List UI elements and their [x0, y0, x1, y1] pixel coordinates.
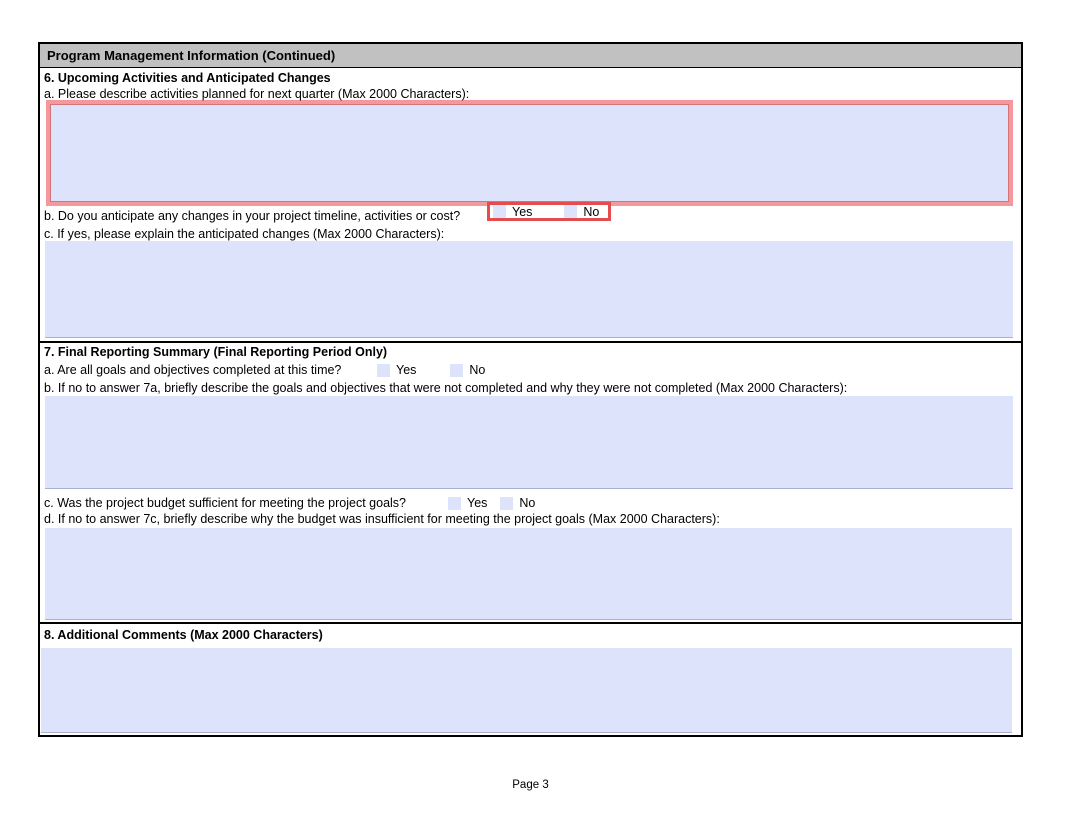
q7a-label: a. Are all goals and objectives complete… [44, 363, 377, 377]
section7-heading: 7. Final Reporting Summary (Final Report… [44, 345, 1021, 359]
q6b-yes-checkbox[interactable] [493, 205, 506, 218]
q6b-label: b. Do you anticipate any changes in your… [44, 209, 460, 223]
section8-heading: 8. Additional Comments (Max 2000 Charact… [44, 628, 1021, 642]
section-divider [40, 622, 1021, 624]
q6b-no-label: No [583, 202, 599, 222]
q7c-no-checkbox[interactable] [500, 497, 513, 510]
q7a-no-checkbox[interactable] [450, 364, 463, 377]
q6b-yes-label: Yes [512, 202, 532, 222]
q6b-no-checkbox[interactable] [564, 205, 577, 218]
q7c-label: c. Was the project budget sufficient for… [44, 496, 448, 510]
q7a-yes-label: Yes [396, 363, 416, 377]
q7d-label: d. If no to answer 7c, briefly describe … [44, 512, 1021, 526]
q7c-no-label: No [519, 496, 535, 510]
q7a-no-label: No [469, 363, 485, 377]
q7c-yes-label: Yes [467, 496, 487, 510]
program-management-form: Program Management Information (Continue… [38, 42, 1023, 737]
q6a-highlight-box [46, 100, 1013, 206]
section6-heading: 6. Upcoming Activities and Anticipated C… [44, 71, 1021, 85]
q6a-label: a. Please describe activities planned fo… [44, 87, 1021, 101]
q6c-textarea[interactable] [45, 241, 1013, 338]
q7d-textarea[interactable] [45, 528, 1012, 620]
form-section-header: Program Management Information (Continue… [40, 44, 1021, 68]
q6c-label: c. If yes, please explain the anticipate… [44, 227, 1021, 241]
section-divider [40, 341, 1021, 343]
q7b-textarea[interactable] [45, 396, 1013, 489]
q6b-highlight-box: Yes No [487, 202, 611, 221]
q8-textarea[interactable] [41, 648, 1012, 733]
q7c-yes-checkbox[interactable] [448, 497, 461, 510]
page-number: Page 3 [38, 779, 1023, 792]
q7b-label: b. If no to answer 7a, briefly describe … [44, 381, 1021, 395]
q7a-yes-checkbox[interactable] [377, 364, 390, 377]
q6a-textarea[interactable] [50, 104, 1009, 202]
